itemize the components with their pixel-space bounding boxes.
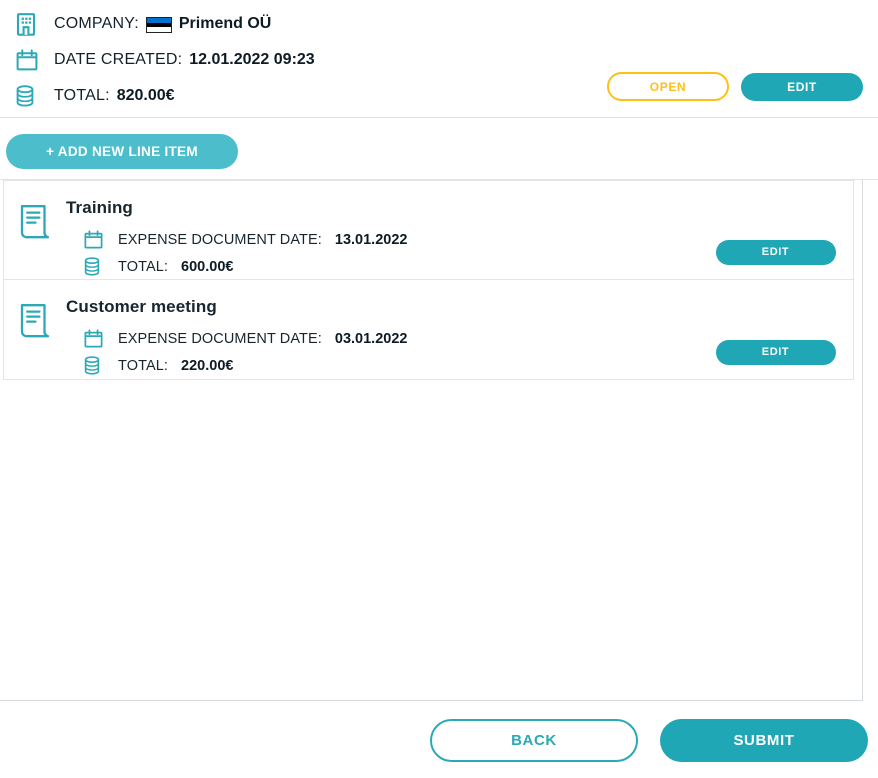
- calendar-icon: [84, 329, 110, 348]
- company-value: Primend OÜ: [178, 15, 272, 32]
- edit-line-item-button[interactable]: EDIT: [715, 240, 836, 265]
- line-item-total-value: 600.00€: [181, 258, 234, 275]
- expense-report-page: COMPANY: Primend OÜ DATE CREATED: 12.01.…: [0, 0, 878, 778]
- total-value: 820.00€: [116, 87, 175, 104]
- date-created-label: DATE CREATED:: [54, 51, 183, 68]
- add-line-item-toolbar: + ADD NEW LINE ITEM: [0, 118, 878, 180]
- add-new-line-item-button[interactable]: + ADD NEW LINE ITEM: [6, 134, 238, 169]
- table-row[interactable]: Customer meeting EXPENSE DOCUMENT DATE: …: [3, 280, 854, 380]
- line-item-total-row: TOTAL: 220.00€: [66, 352, 698, 379]
- estonia-flag-icon: [145, 17, 172, 33]
- database-icon: [84, 356, 110, 375]
- expense-summary-header: COMPANY: Primend OÜ DATE CREATED: 12.01.…: [0, 0, 878, 118]
- footer-actions: BACK SUBMIT: [0, 702, 878, 778]
- line-item-title: Customer meeting: [66, 297, 217, 316]
- line-item-title: Training: [66, 198, 133, 217]
- document-icon: [4, 294, 66, 379]
- line-item-total-value: 220.00€: [181, 357, 234, 374]
- expense-document-date-label: EXPENSE DOCUMENT DATE:: [118, 330, 322, 347]
- line-item-actions: EDIT: [698, 294, 853, 379]
- line-item-actions: EDIT: [698, 195, 853, 279]
- expense-document-date-label: EXPENSE DOCUMENT DATE:: [118, 231, 322, 248]
- database-icon: [16, 83, 44, 109]
- building-icon: [16, 11, 44, 37]
- header-action-buttons: OPEN EDIT: [607, 72, 863, 101]
- line-item-total-row: TOTAL: 600.00€: [66, 253, 698, 280]
- status-badge-open[interactable]: OPEN: [607, 72, 729, 101]
- line-items-container: Training EXPENSE DOCUMENT DATE: 13.01.20…: [0, 180, 863, 701]
- back-button[interactable]: BACK: [430, 718, 638, 762]
- company-label: COMPANY:: [54, 15, 139, 32]
- line-item-total-label: TOTAL:: [118, 357, 169, 374]
- calendar-icon: [16, 47, 44, 73]
- total-label: TOTAL:: [54, 87, 110, 104]
- table-row[interactable]: Training EXPENSE DOCUMENT DATE: 13.01.20…: [3, 180, 854, 280]
- submit-button[interactable]: SUBMIT: [660, 718, 868, 762]
- edit-line-item-button[interactable]: EDIT: [715, 340, 836, 365]
- line-item-total-label: TOTAL:: [118, 258, 169, 275]
- expense-document-date-value: 03.01.2022: [334, 330, 408, 347]
- line-item-details: Customer meeting EXPENSE DOCUMENT DATE: …: [66, 294, 698, 379]
- document-icon: [4, 195, 66, 279]
- calendar-icon: [84, 230, 110, 249]
- expense-document-date-value: 13.01.2022: [334, 231, 408, 248]
- database-icon: [84, 257, 110, 276]
- edit-expense-button[interactable]: EDIT: [741, 72, 863, 101]
- line-item-date-row: EXPENSE DOCUMENT DATE: 13.01.2022: [66, 226, 698, 253]
- line-item-date-row: EXPENSE DOCUMENT DATE: 03.01.2022: [66, 325, 698, 352]
- summary-company-row: COMPANY: Primend OÜ: [16, 6, 862, 42]
- date-created-value: 12.01.2022 09:23: [189, 51, 315, 68]
- line-item-details: Training EXPENSE DOCUMENT DATE: 13.01.20…: [66, 195, 698, 279]
